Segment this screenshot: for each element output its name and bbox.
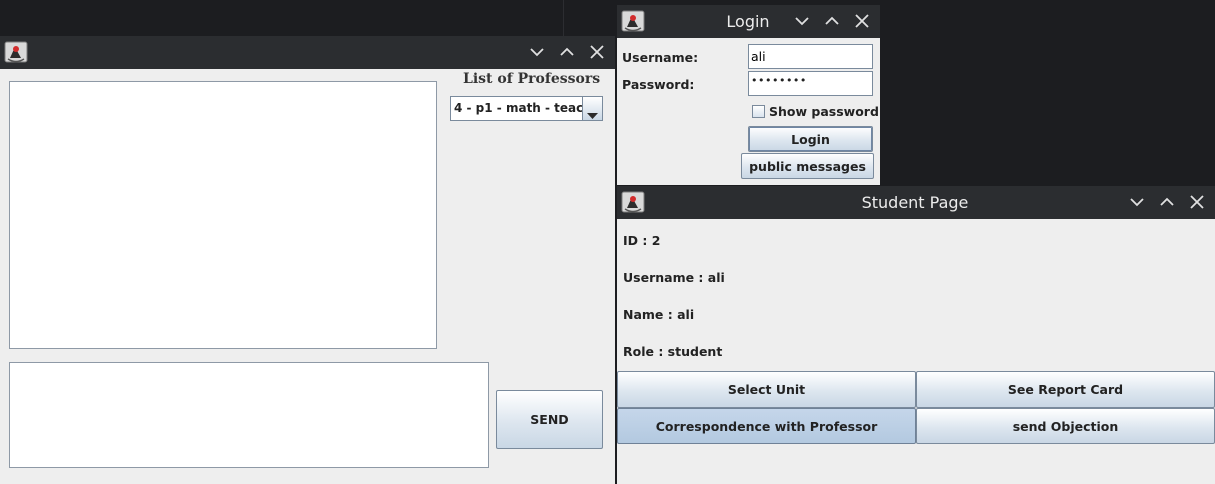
student-page-window: Student Page ID : 2 Username : ali Name … [617,186,1215,484]
send-button[interactable]: SEND [496,390,603,449]
close-icon[interactable] [589,44,605,60]
close-icon[interactable] [1189,194,1205,210]
chevron-up-icon[interactable] [824,13,840,29]
java-duke-icon [620,8,646,34]
select-unit-button[interactable]: Select Unit [617,371,916,408]
chat-window-title [40,36,515,69]
chevron-down-icon[interactable] [529,44,545,60]
chevron-up-icon[interactable] [559,44,575,60]
login-button[interactable]: Login [748,126,873,152]
dropdown-button[interactable] [582,97,602,120]
password-mask: •••••••• [751,74,807,87]
send-objection-button[interactable]: send Objection [916,408,1215,444]
login-window-title: Login [726,12,770,31]
caret-down-icon [587,105,598,124]
chat-titlebar[interactable] [0,36,615,69]
close-icon[interactable] [854,13,870,29]
public-messages-button[interactable]: public messages [741,153,874,179]
message-input[interactable] [9,362,489,468]
password-label: Password: [622,77,695,92]
show-password-checkbox[interactable] [752,105,765,118]
student-window-title: Student Page [861,193,969,212]
username-field[interactable] [748,44,873,69]
student-id-text: ID : 2 [623,233,661,248]
message-history-area[interactable] [9,81,437,349]
chevron-down-icon[interactable] [1129,194,1145,210]
professors-list-label: List of Professors [463,71,601,87]
student-username-text: Username : ali [623,270,725,285]
login-window: Login Username: Password: •••••••• Show … [617,5,880,185]
professor-select[interactable]: 4 - p1 - math - teach... [450,96,603,121]
java-duke-icon [620,189,646,215]
username-label: Username: [622,50,699,65]
password-field[interactable]: •••••••• [748,71,873,96]
student-name-text: Name : ali [623,307,695,322]
see-report-card-button[interactable]: See Report Card [916,371,1215,408]
desktop-divider [563,0,564,36]
login-titlebar[interactable]: Login [617,5,880,38]
professor-select-value: 4 - p1 - math - teach... [454,101,582,115]
correspondence-professor-button[interactable]: Correspondence with Professor [617,408,916,444]
show-password-label[interactable]: Show password [769,104,879,119]
student-titlebar[interactable]: Student Page [617,186,1215,219]
student-role-text: Role : student [623,344,723,359]
professor-chat-window: List of Professors 4 - p1 - math - teach… [0,36,615,484]
chevron-down-icon[interactable] [794,13,810,29]
java-duke-icon [3,39,29,65]
chevron-up-icon[interactable] [1159,194,1175,210]
